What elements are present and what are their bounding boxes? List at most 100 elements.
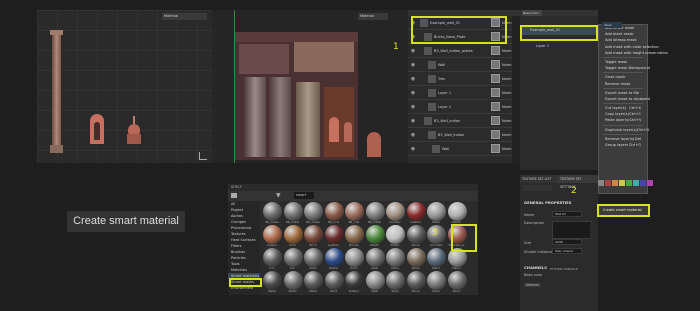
material-label: Concrete <box>429 243 443 247</box>
eye-icon[interactable]: ◉ <box>408 62 418 68</box>
material-thumbnail[interactable] <box>263 248 282 267</box>
layer-row[interactable]: ◉ B3_Wall_indian Norm <box>408 114 512 128</box>
material-thumbnail[interactable] <box>345 248 364 267</box>
material-thumbnail[interactable] <box>386 271 405 290</box>
material-thumbnail[interactable] <box>283 225 303 244</box>
material-label: Stone <box>411 243 420 247</box>
material-thumbnail[interactable] <box>447 271 467 290</box>
tree-dropdown[interactable]: Base Color <box>522 10 542 16</box>
material-thumbnail[interactable] <box>386 225 405 244</box>
shelf-grid: BR_metal BR_metal BR_metal BR_rust BR_rust BR… <box>262 201 476 295</box>
material-thumbnail[interactable] <box>365 202 385 221</box>
eye-icon[interactable]: ◉ <box>408 48 418 54</box>
eye-icon[interactable]: ◉ <box>408 76 418 82</box>
material-thumbnail[interactable] <box>324 248 344 267</box>
eye-icon[interactable]: ◉ <box>408 104 418 110</box>
material-thumbnail[interactable] <box>365 248 385 267</box>
material-thumbnail[interactable] <box>263 202 282 221</box>
eye-icon[interactable]: ◉ <box>408 90 418 96</box>
material-thumbnail[interactable] <box>304 225 323 244</box>
layers-scrollbar[interactable] <box>512 16 520 163</box>
material-thumbnail[interactable] <box>304 248 323 267</box>
layer-row[interactable]: ◉ B3_Wall_Indian_plates Norm <box>408 44 512 58</box>
menu-item[interactable]: Add mask with height preservation <box>599 50 668 56</box>
arch-model <box>90 114 104 144</box>
material-thumbnail[interactable] <box>427 202 446 221</box>
eye-icon[interactable]: ◉ <box>408 118 418 124</box>
viewport-2d[interactable]: Material <box>212 10 408 163</box>
layer-row[interactable]: ◉ Wall Norm <box>408 142 512 156</box>
layer-thumbnail <box>491 102 500 111</box>
highlight-layer-row <box>411 16 507 44</box>
folder-icon[interactable] <box>231 193 237 198</box>
material-thumbnail[interactable] <box>283 248 303 267</box>
size-field[interactable]: 2048 <box>552 239 582 245</box>
material-label: BR_rust <box>348 220 360 224</box>
menu-item-shortcut: Ctrl+D <box>636 127 650 132</box>
shader-field[interactable]: Main shader <box>552 248 582 254</box>
material-thumbnail[interactable] <box>447 202 467 221</box>
eye-icon[interactable]: ◉ <box>408 132 418 138</box>
pillar-model <box>50 30 63 155</box>
material-thumbnail[interactable] <box>304 202 323 221</box>
material-thumbnail[interactable] <box>365 271 385 290</box>
texture-set-tab-settings[interactable]: TEXTURE SET SETTINGS <box>558 175 598 189</box>
tree-child-item[interactable]: Layer 1 <box>520 42 598 50</box>
filter-icon[interactable]: ▼ <box>276 192 281 199</box>
name-label: Name <box>524 213 535 217</box>
menu-item[interactable]: Duplicate layer(s) Ctrl+D <box>599 127 650 133</box>
material-thumbnail[interactable] <box>427 271 446 290</box>
menu-item[interactable]: Export mask to clipboard <box>599 96 650 102</box>
menu-item-shortcut: Ctrl+G <box>628 143 641 147</box>
layer-row[interactable]: ◉ B3_Wall_indian Norm <box>408 128 512 142</box>
viewport-3d[interactable]: Material <box>37 10 212 163</box>
material-label: Wood <box>452 289 461 293</box>
layer-row[interactable]: ◉ Trim Norm <box>408 72 512 86</box>
material-thumbnail[interactable] <box>263 271 282 290</box>
eye-icon[interactable]: ◉ <box>408 146 418 152</box>
shelf-search[interactable]: smart <box>294 192 314 199</box>
material-thumbnail[interactable] <box>324 202 344 221</box>
step-1-label: 1 <box>393 42 399 52</box>
layer-row[interactable]: ◉ Wall Norm <box>408 58 512 72</box>
viewport-2d-dropdown[interactable]: Material <box>358 13 388 20</box>
viewport-3d-dropdown[interactable]: Material <box>162 13 207 20</box>
material-thumbnail[interactable] <box>406 202 426 221</box>
menu-item[interactable]: Group layers Ctrl+G <box>599 142 647 148</box>
channel-row[interactable]: Base color <box>524 273 542 277</box>
texture-set-tab-list[interactable]: TEXTURE SET LIST <box>520 175 558 183</box>
menu-separator <box>603 56 643 58</box>
material-thumbnail[interactable] <box>283 202 303 221</box>
layer-row[interactable]: ◉ Layer 1 Norm <box>408 86 512 100</box>
layer-blend: Norm <box>502 76 512 81</box>
material-thumbnail[interactable] <box>386 202 405 221</box>
material-thumbnail[interactable] <box>324 225 344 244</box>
menu-item[interactable]: Paste layer(s) Ctrl+V <box>599 117 647 123</box>
material-thumbnail[interactable] <box>406 271 426 290</box>
material-thumbnail[interactable] <box>345 225 364 244</box>
material-thumbnail[interactable] <box>324 271 344 290</box>
material-thumbnail[interactable] <box>304 271 323 290</box>
material-thumbnail[interactable] <box>345 271 364 290</box>
material-thumbnail[interactable] <box>283 271 303 290</box>
layer-row[interactable]: ◉ Layer 1 Norm <box>408 100 512 114</box>
name-field[interactable]: Wall 01 <box>552 211 582 217</box>
layer-label: Trim <box>438 76 446 81</box>
normal-row[interactable]: Normal <box>524 283 541 287</box>
layer-label: Layer 1 <box>438 90 452 95</box>
menu-item[interactable]: Remove mask <box>599 81 647 87</box>
material-thumbnail[interactable] <box>386 248 405 267</box>
layer-type-icon <box>428 130 436 139</box>
material-thumbnail[interactable] <box>427 248 446 267</box>
material-thumbnail[interactable] <box>406 248 426 267</box>
material-label: Bronze <box>349 243 359 247</box>
menu-item[interactable]: Toggle mask Background <box>599 65 650 71</box>
material-label: Steel <box>370 266 379 270</box>
material-label: BR_metal <box>285 220 300 224</box>
material-thumbnail[interactable] <box>365 225 385 244</box>
layer-label: Wall <box>438 62 446 67</box>
material-thumbnail[interactable] <box>406 225 426 244</box>
material-thumbnail[interactable] <box>345 202 364 221</box>
description-field[interactable] <box>552 221 592 239</box>
material-thumbnail[interactable] <box>263 225 282 244</box>
